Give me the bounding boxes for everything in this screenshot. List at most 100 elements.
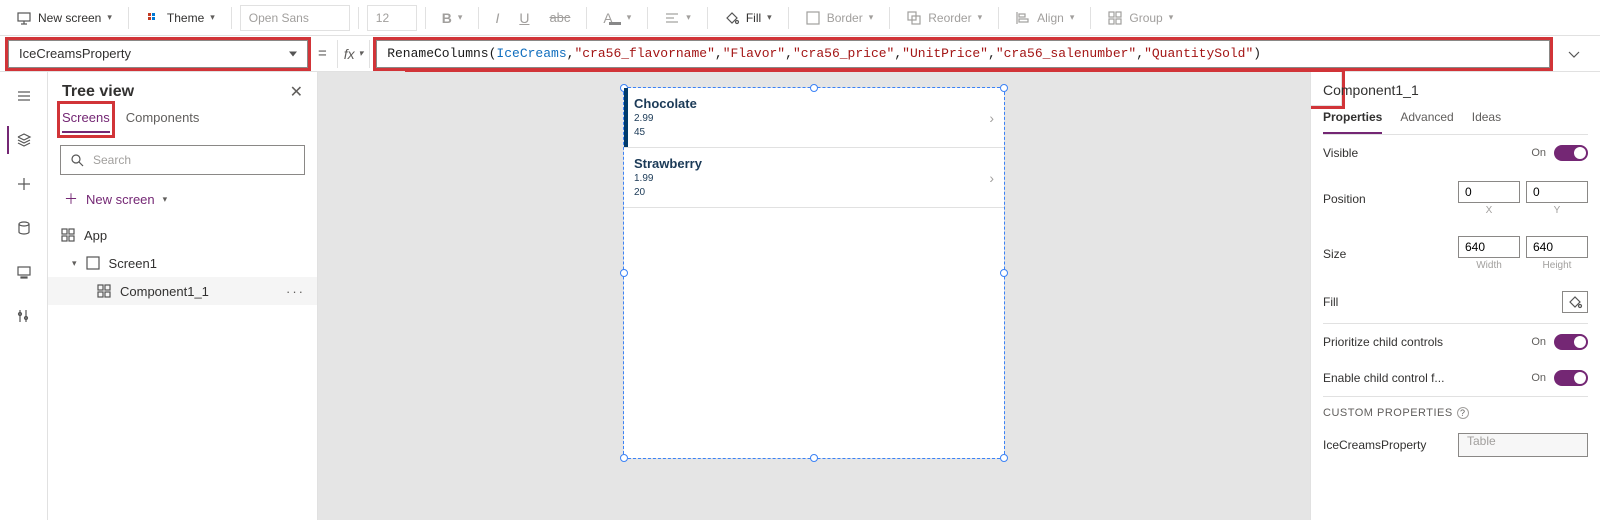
screen-icon — [16, 10, 32, 26]
italic-button[interactable]: I — [487, 6, 507, 30]
resize-handle[interactable] — [810, 454, 818, 462]
y-label: Y — [1526, 205, 1588, 216]
border-button[interactable]: Border ▾ — [797, 6, 882, 30]
gallery-item[interactable]: Chocolate 2.99 45 › — [624, 88, 1004, 148]
chevron-down-icon: ▾ — [458, 12, 463, 23]
rail-tree-view[interactable] — [7, 126, 39, 154]
info-icon[interactable]: ? — [1457, 407, 1469, 419]
custom-prop-name: IceCreamsProperty — [1323, 438, 1426, 452]
resize-handle[interactable] — [620, 269, 628, 277]
rail-insert[interactable] — [8, 170, 40, 198]
new-screen-button[interactable]: New screen ▾ — [8, 6, 120, 30]
separator — [128, 7, 129, 29]
expand-formula-button[interactable] — [1556, 40, 1592, 68]
tree-search-placeholder: Search — [93, 153, 131, 167]
size-height-input[interactable] — [1526, 236, 1588, 258]
custom-prop-row: IceCreamsProperty Table — [1323, 423, 1588, 467]
resize-handle[interactable] — [1000, 454, 1008, 462]
fx-icon: fx — [344, 46, 355, 62]
tab-advanced[interactable]: Advanced — [1400, 106, 1453, 134]
theme-label: Theme — [167, 11, 204, 25]
chevron-down-icon: ▾ — [627, 12, 632, 23]
new-screen-tree-button[interactable]: ＋ New screen ▾ — [48, 181, 317, 217]
position-y-input[interactable] — [1526, 181, 1588, 203]
prop-size: Size Width Height — [1323, 226, 1588, 281]
align-button[interactable]: Align ▾ — [1007, 6, 1082, 30]
selected-component[interactable]: Chocolate 2.99 45 › Strawberry 1.99 20 › — [624, 88, 1004, 458]
tab-properties[interactable]: Properties — [1323, 106, 1382, 134]
rail-tools[interactable] — [8, 302, 40, 330]
gallery-item[interactable]: Strawberry 1.99 20 › — [624, 148, 1004, 208]
resize-handle[interactable] — [1000, 269, 1008, 277]
tree-search[interactable]: Search — [60, 145, 305, 175]
screen-icon — [85, 255, 101, 271]
formula-bar: IceCreamsProperty = fx ▾ RenameColumns(I… — [0, 36, 1600, 72]
property-selector-value: IceCreamsProperty — [19, 46, 131, 61]
chevron-down-icon: ▾ — [1169, 12, 1174, 23]
font-family-value: Open Sans — [249, 11, 309, 25]
tab-components[interactable]: Components — [126, 106, 200, 133]
theme-button[interactable]: Theme ▾ — [137, 6, 223, 30]
property-selector[interactable]: IceCreamsProperty — [8, 40, 308, 68]
underline-button[interactable]: U — [511, 6, 537, 30]
resize-handle[interactable] — [620, 454, 628, 462]
tab-ideas[interactable]: Ideas — [1472, 106, 1501, 134]
gallery-item-price: 2.99 — [634, 113, 976, 125]
fill-button[interactable]: Fill ▾ — [716, 6, 780, 30]
align-icon — [1015, 10, 1031, 26]
chevron-down-icon: ▾ — [978, 12, 983, 23]
group-button[interactable]: Group ▾ — [1099, 6, 1181, 30]
custom-prop-type[interactable]: Table — [1458, 433, 1588, 457]
rail-data[interactable] — [8, 214, 40, 242]
tree-list: App ▾ Screen1 Component1_1 ··· — [48, 217, 317, 309]
rail-media[interactable] — [8, 258, 40, 286]
canvas[interactable]: Chocolate 2.99 45 › Strawberry 1.99 20 › — [318, 72, 1310, 520]
toggle-state: On — [1531, 147, 1546, 159]
equals-label: = — [314, 45, 331, 62]
chevron-down-icon: ▾ — [1070, 12, 1075, 23]
position-x-input[interactable] — [1458, 181, 1520, 203]
separator — [586, 7, 587, 29]
reorder-icon — [906, 10, 922, 26]
reorder-button[interactable]: Reorder ▾ — [898, 6, 990, 30]
separator — [358, 7, 359, 29]
chevron-down-icon: ▾ — [107, 12, 112, 23]
custom-props-header: CUSTOM PROPERTIES ? — [1323, 397, 1588, 423]
strike-button[interactable]: abc — [541, 6, 578, 29]
separator — [1090, 7, 1091, 29]
props-tabs: Properties Advanced Ideas — [1323, 106, 1588, 135]
font-family-select[interactable]: Open Sans — [240, 5, 350, 31]
tree-item-more[interactable]: ··· — [286, 284, 305, 299]
rail-hamburger[interactable] — [8, 82, 40, 110]
formula-ds: IceCreams — [496, 46, 566, 61]
fill-color-picker[interactable] — [1562, 291, 1588, 313]
component-icon — [96, 283, 112, 299]
tree-item-screen1[interactable]: ▾ Screen1 — [48, 249, 317, 277]
selection-accent — [624, 88, 628, 147]
separator — [478, 7, 479, 29]
search-icon — [69, 152, 85, 168]
formula-input[interactable]: RenameColumns(IceCreams,"cra56_flavornam… — [376, 40, 1550, 68]
gallery-item-title: Chocolate — [634, 96, 976, 111]
bold-button[interactable]: B▾ — [434, 6, 471, 30]
separator — [889, 7, 890, 29]
size-width-input[interactable] — [1458, 236, 1520, 258]
separator — [998, 7, 999, 29]
font-size-select[interactable]: 12 — [367, 5, 417, 31]
tree-item-app[interactable]: App — [48, 221, 317, 249]
gallery-item-title: Strawberry — [634, 156, 976, 171]
enable-child-fill-toggle[interactable]: On — [1531, 370, 1588, 386]
chevron-right-icon: › — [989, 170, 994, 186]
font-color-button[interactable]: A ▾ — [595, 6, 639, 30]
separator — [647, 7, 648, 29]
props-collapse-button[interactable]: › — [1310, 78, 1311, 100]
close-tree-button[interactable]: ✕ — [290, 82, 303, 102]
plus-icon — [16, 176, 32, 192]
tab-screens[interactable]: Screens — [62, 106, 110, 133]
visible-toggle[interactable]: On — [1531, 145, 1588, 161]
format-toolbar: New screen ▾ Theme ▾ Open Sans 12 B▾ I U… — [0, 0, 1600, 36]
tree-item-component[interactable]: Component1_1 ··· — [48, 277, 317, 305]
fx-button[interactable]: fx ▾ — [337, 40, 370, 68]
prioritize-toggle[interactable]: On — [1531, 334, 1588, 350]
text-align-button[interactable]: ▾ — [656, 6, 699, 30]
